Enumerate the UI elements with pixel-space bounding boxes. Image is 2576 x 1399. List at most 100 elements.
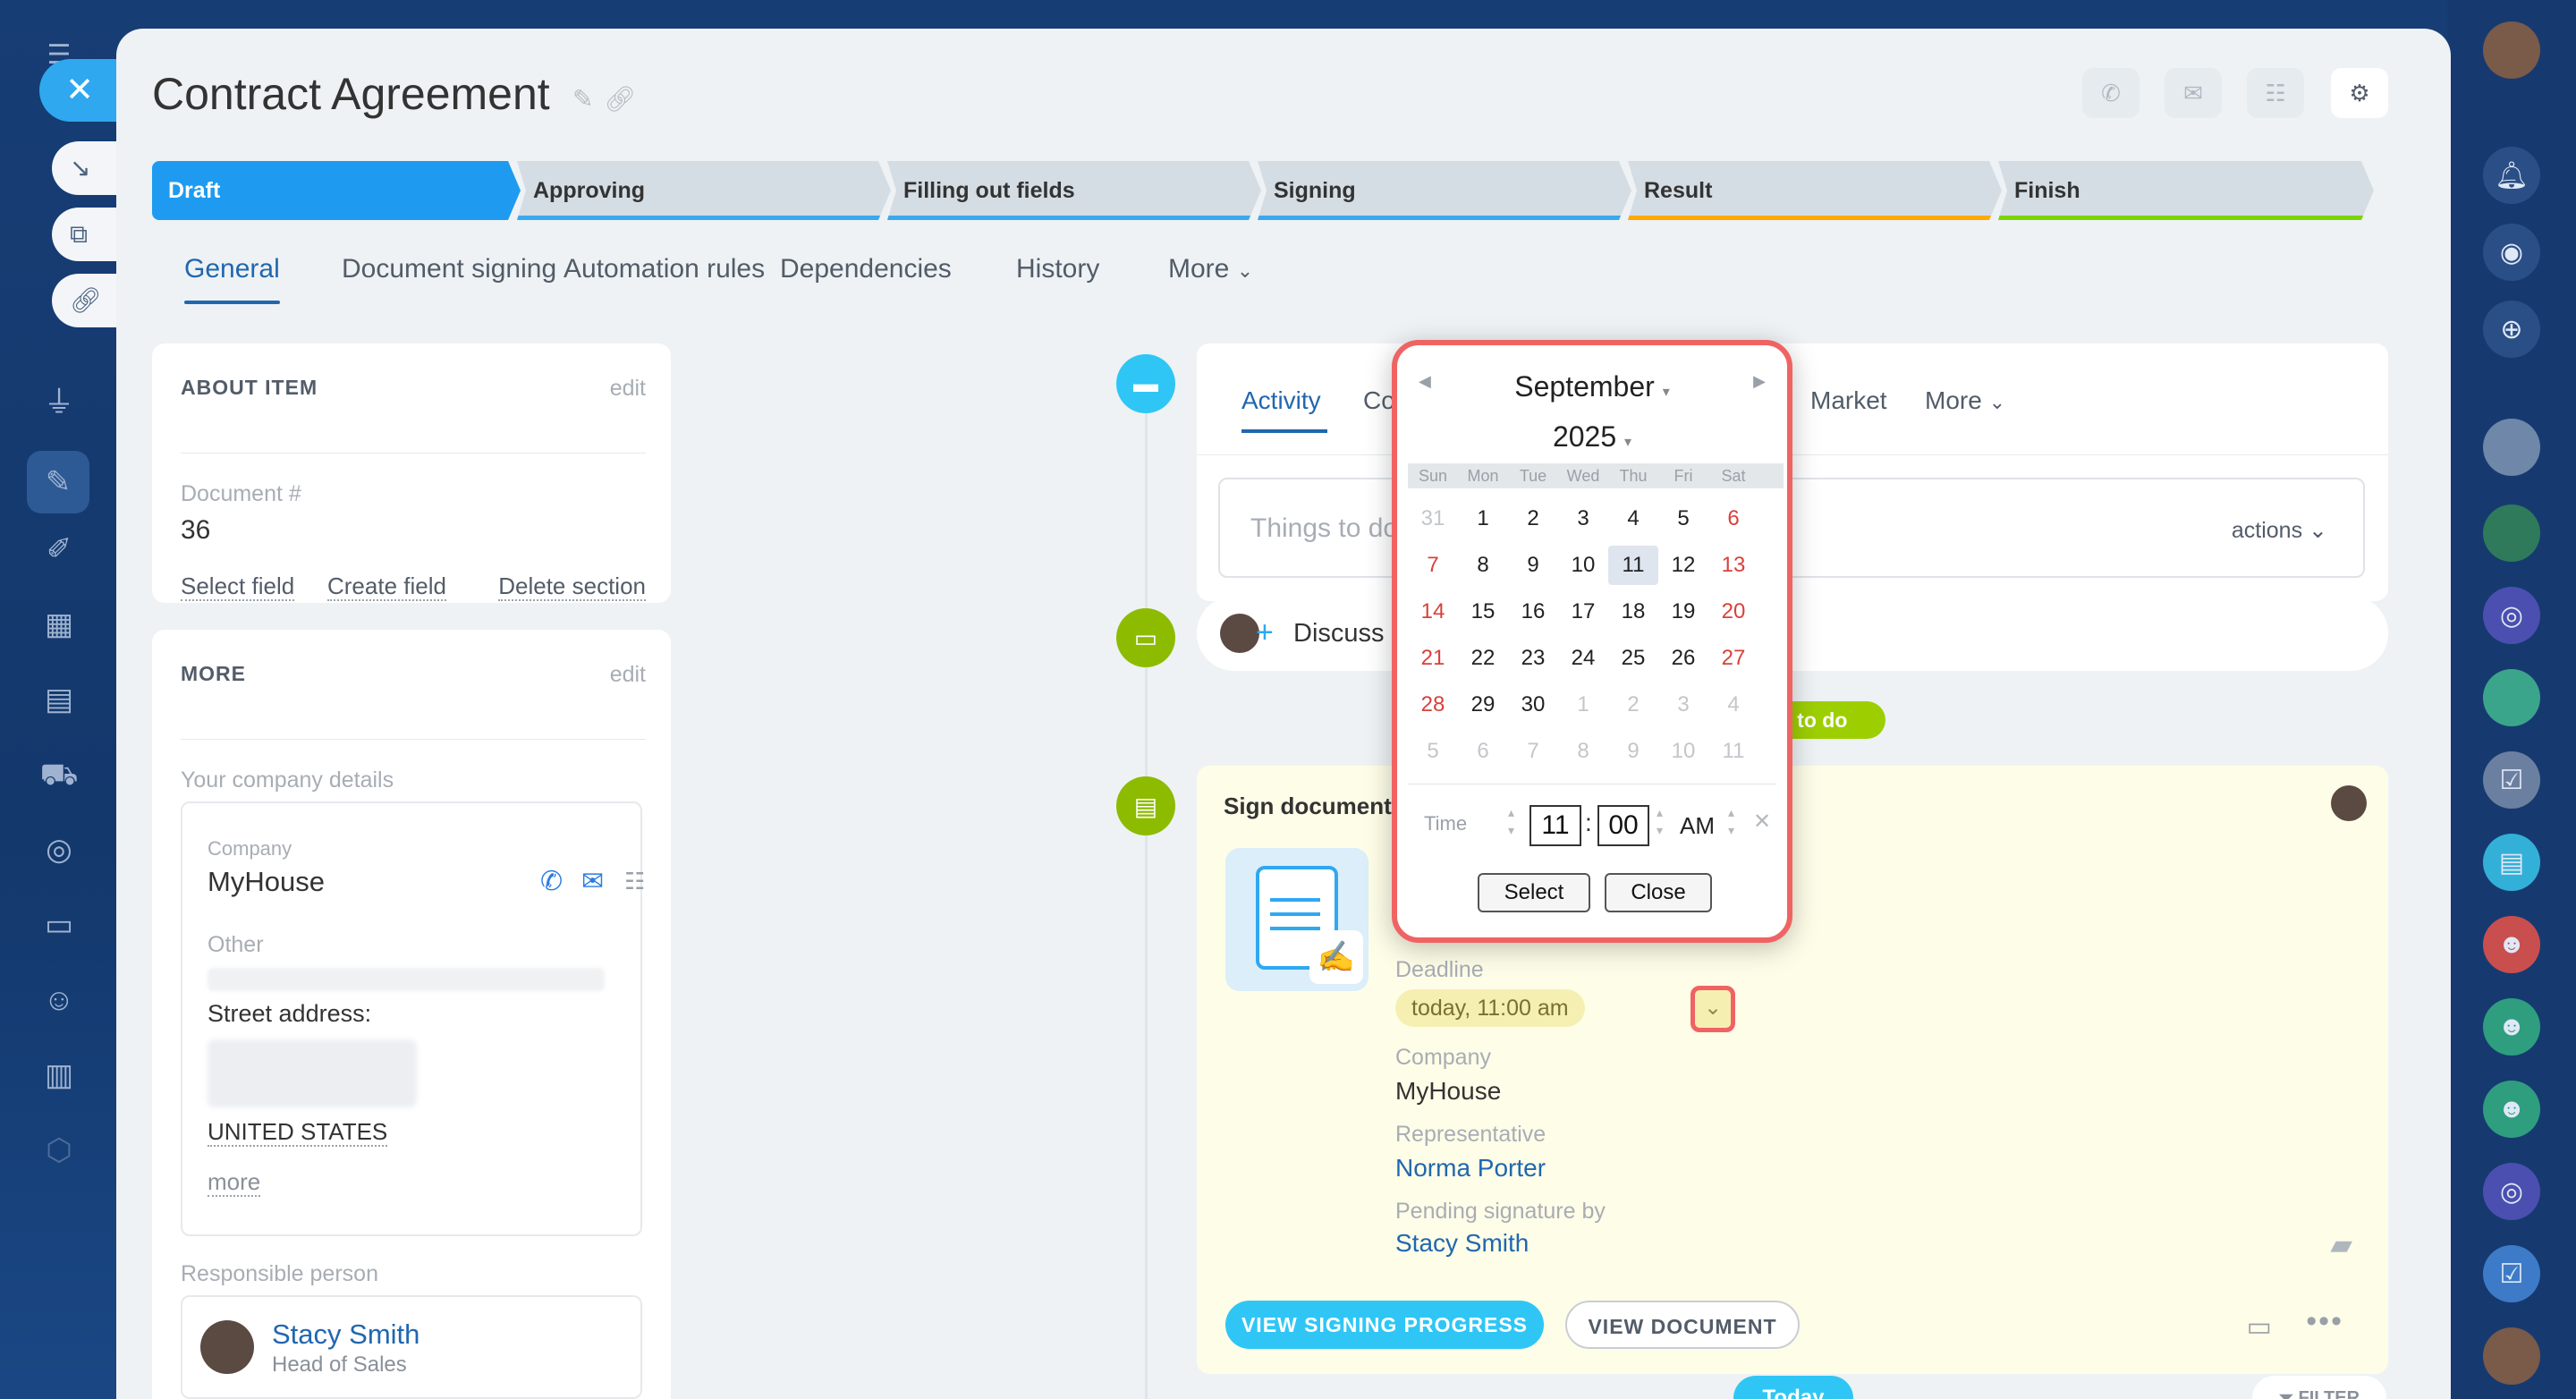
calendar-day[interactable]: 29: [1458, 685, 1508, 725]
calendar-day[interactable]: 1: [1458, 499, 1508, 538]
create-field-link[interactable]: Create field: [327, 572, 446, 601]
box-icon[interactable]: ⬡: [39, 1131, 79, 1170]
close-button[interactable]: Close: [1605, 873, 1712, 912]
people-icon[interactable]: ☻: [2483, 916, 2540, 973]
hour-input[interactable]: 11: [1530, 805, 1581, 846]
sign-icon[interactable]: ✐: [39, 530, 79, 569]
people-icon-3[interactable]: ☻: [2483, 1081, 2540, 1138]
calendar-day[interactable]: 16: [1508, 592, 1558, 632]
calendar-day[interactable]: 1: [1558, 685, 1608, 725]
tab-document-signing[interactable]: Document signing: [342, 254, 556, 284]
stage-approving[interactable]: Approving: [517, 161, 891, 220]
calendar-day[interactable]: 9: [1508, 546, 1558, 585]
bot-avatar[interactable]: [2483, 419, 2540, 476]
calendar-day[interactable]: 17: [1558, 592, 1608, 632]
checklist-icon[interactable]: ☑: [2483, 1245, 2540, 1302]
pencil-icon[interactable]: ✎: [572, 85, 604, 113]
group-icon[interactable]: ◎: [2483, 587, 2540, 644]
calendar-day[interactable]: 26: [1658, 639, 1708, 678]
calendar-day[interactable]: 27: [1708, 639, 1758, 678]
analytics-icon[interactable]: ▥: [39, 1056, 79, 1095]
representative-value[interactable]: Norma Porter: [1395, 1154, 1546, 1183]
calendar-day[interactable]: 6: [1458, 732, 1508, 771]
ampm-toggle[interactable]: AM: [1680, 812, 1715, 840]
stage-draft[interactable]: Draft: [152, 161, 521, 220]
calendar-day[interactable]: 13: [1708, 546, 1758, 585]
calendar-day[interactable]: 14: [1408, 592, 1458, 632]
search-icon[interactable]: ◉: [2483, 224, 2540, 281]
chat-search-icon[interactable]: ⊕: [2483, 301, 2540, 358]
phone-icon[interactable]: ✆: [2082, 68, 2140, 118]
calendar-day[interactable]: 22: [1458, 639, 1508, 678]
people-icon-2[interactable]: ☻: [2483, 998, 2540, 1056]
calendar-day[interactable]: 19: [1658, 592, 1708, 632]
copy-link-icon[interactable]: 🔗︎: [52, 274, 120, 327]
ampm-stepper-icon[interactable]: ▴ ▾: [1728, 803, 1734, 839]
calendar-day[interactable]: 23: [1508, 639, 1558, 678]
year-selector[interactable]: 2025 ▾: [1397, 420, 1787, 454]
target-icon[interactable]: ◎: [39, 830, 79, 869]
calendar-day[interactable]: 7: [1508, 732, 1558, 771]
chat-icon[interactable]: ☷: [624, 868, 645, 895]
mail-icon[interactable]: ✉: [581, 866, 604, 897]
contact-avatar[interactable]: [2483, 504, 2540, 562]
calendar-day[interactable]: 10: [1658, 732, 1708, 771]
team-avatar[interactable]: [2483, 669, 2540, 726]
person-avatar[interactable]: [2483, 1327, 2540, 1385]
discuss-label[interactable]: Discuss: [1293, 619, 1385, 649]
filter-icon[interactable]: ⏚: [39, 383, 79, 422]
calendar-day[interactable]: 31: [1408, 499, 1458, 538]
tab-more[interactable]: More ⌄: [1168, 254, 1253, 284]
edit-link[interactable]: edit: [610, 376, 646, 402]
calendar-day[interactable]: 2: [1508, 499, 1558, 538]
edit-link[interactable]: edit: [610, 662, 646, 688]
filter-button[interactable]: ⏷ FILTER: [2252, 1376, 2386, 1399]
calendar-day[interactable]: 6: [1708, 499, 1758, 538]
minute-stepper-icon[interactable]: ▴ ▾: [1657, 803, 1663, 839]
add-icon[interactable]: +: [1256, 615, 1274, 650]
more-link[interactable]: more: [208, 1168, 261, 1197]
building-icon[interactable]: ▤: [39, 680, 79, 719]
tab-comment[interactable]: Co: [1363, 386, 1395, 415]
view-signing-progress-button[interactable]: VIEW SIGNING PROGRESS: [1225, 1301, 1544, 1349]
close-slider-button[interactable]: ✕: [39, 59, 120, 122]
user-avatar[interactable]: [2483, 21, 2540, 79]
calendar-day[interactable]: 28: [1408, 685, 1458, 725]
more-options-icon[interactable]: •••: [2306, 1304, 2343, 1339]
note-icon[interactable]: ▭: [2247, 1311, 2272, 1343]
calendar-day[interactable]: 25: [1608, 639, 1658, 678]
calendar-day[interactable]: 30: [1508, 685, 1558, 725]
calendar-day[interactable]: 4: [1608, 499, 1658, 538]
calendar-day[interactable]: 12: [1658, 546, 1708, 585]
calendar-icon[interactable]: ▦: [39, 605, 79, 644]
group-icon-2[interactable]: ◎: [2483, 1163, 2540, 1220]
month-selector[interactable]: September ▾: [1397, 370, 1787, 403]
tab-market[interactable]: Market: [1810, 386, 1887, 415]
calendar-day[interactable]: 11: [1608, 546, 1658, 585]
chat-icon[interactable]: ▤: [2483, 834, 2540, 891]
clear-time-icon[interactable]: ✕: [1753, 809, 1771, 835]
mail-icon[interactable]: ✉: [2165, 68, 2222, 118]
phone-icon[interactable]: ✆: [540, 866, 563, 897]
calendar-day[interactable]: 18: [1608, 592, 1658, 632]
calendar-day[interactable]: 8: [1458, 546, 1508, 585]
person-avatar[interactable]: [200, 1320, 254, 1374]
select-button[interactable]: Select: [1478, 873, 1590, 912]
tab-dependencies[interactable]: Dependencies: [780, 254, 952, 284]
tab-activity[interactable]: Activity: [1241, 386, 1321, 415]
minute-input[interactable]: 00: [1597, 805, 1649, 846]
calendar-day[interactable]: 7: [1408, 546, 1458, 585]
person-name[interactable]: Stacy Smith: [272, 1318, 419, 1351]
calendar-day[interactable]: 5: [1408, 732, 1458, 771]
comment-add-icon[interactable]: ▰: [2330, 1227, 2352, 1261]
contact-card-icon[interactable]: ▭: [39, 905, 79, 945]
calendar-day[interactable]: 24: [1558, 639, 1608, 678]
view-document-button[interactable]: VIEW DOCUMENT: [1565, 1301, 1800, 1349]
minimize-icon[interactable]: ↘: [52, 141, 120, 195]
actions-dropdown[interactable]: actions ⌄: [2232, 517, 2327, 544]
document-thumbnail-icon[interactable]: ✍: [1225, 848, 1368, 991]
stage-filling-fields[interactable]: Filling out fields: [887, 161, 1261, 220]
chat-icon[interactable]: ☷: [2247, 68, 2304, 118]
link-icon[interactable]: 🔗︎: [604, 85, 647, 113]
bell-icon[interactable]: 🔔︎: [2483, 147, 2540, 204]
